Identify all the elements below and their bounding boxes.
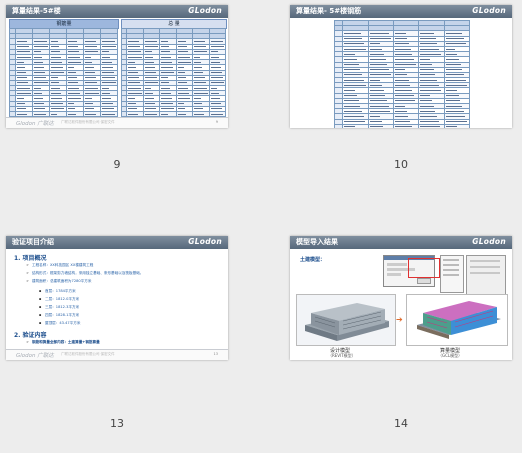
mini-table-grid bbox=[333, 19, 471, 128]
square-bullet-icon: ▪ bbox=[39, 289, 42, 293]
floor-area-text: 三层：1812.3平方米 bbox=[45, 305, 80, 309]
slide-thumbnail-9[interactable]: 算量结果-5#楼 GLodon 钢筋量 总 量 Glodon 广联达 广联达软件… bbox=[6, 5, 228, 128]
section-heading: 1. 项目概况 bbox=[14, 255, 47, 262]
slide-title: 模型导入结果 bbox=[296, 238, 338, 246]
gcl-model-image bbox=[406, 294, 508, 346]
slide-footer: Glodon 广联达 广联达软件股份有限公司 保密文件 13 bbox=[6, 349, 228, 360]
footer-page-number: 13 bbox=[213, 352, 218, 356]
footer-logo: Glodon 广联达 bbox=[16, 121, 54, 127]
footer-text: 广联达软件股份有限公司 保密文件 bbox=[61, 352, 115, 356]
revit-model-image bbox=[296, 294, 396, 346]
floor-area-text: 二层：1812.0平方米 bbox=[45, 297, 80, 301]
slide-header: 模型导入结果 GLodon bbox=[290, 236, 512, 249]
bullet-arrow-icon: ➢ bbox=[26, 263, 30, 267]
glodon-logo: GLodon bbox=[188, 237, 222, 246]
footer-page-number: 9 bbox=[215, 120, 218, 124]
floor-area-text: 四层：1828.1平方米 bbox=[45, 313, 80, 317]
slide-header: 算量结果-5#楼 GLodon bbox=[6, 5, 228, 18]
slide-subtitle: 土建模型： bbox=[300, 257, 326, 263]
footer-text: 广联达软件股份有限公司 保密文件 bbox=[61, 120, 115, 124]
slide-title: 算量结果-5#楼 bbox=[12, 7, 61, 15]
slide-number-label: 14 bbox=[394, 417, 408, 430]
slide-number-label: 13 bbox=[110, 417, 124, 430]
square-bullet-icon: ▪ bbox=[39, 313, 42, 317]
quantity-table-left bbox=[9, 27, 119, 123]
slide-header: 算量结果- 5#楼钢筋 GLodon bbox=[290, 5, 512, 18]
rebar-table bbox=[333, 19, 471, 128]
glodon-logo: GLodon bbox=[472, 237, 506, 246]
slide-thumbnail-13[interactable]: 验证项目介绍 GLodon 1. 项目概况 ➢ 工程名称：XX科技园区 XX楼建… bbox=[6, 236, 228, 360]
settings-strip-screenshot bbox=[466, 255, 506, 297]
mini-table-grid bbox=[9, 27, 119, 123]
footer-logo: Glodon 广联达 bbox=[16, 353, 54, 359]
square-bullet-icon: ▪ bbox=[39, 297, 42, 301]
slide-number-label: 9 bbox=[113, 158, 121, 171]
glodon-logo: GLodon bbox=[472, 6, 506, 15]
slide-title: 算量结果- 5#楼钢筋 bbox=[296, 7, 362, 15]
floor-area-text: 首层：1784平方米 bbox=[45, 289, 76, 293]
slide-number-label: 10 bbox=[394, 158, 408, 171]
slide-title: 验证项目介绍 bbox=[12, 238, 54, 246]
mini-table-grid bbox=[120, 27, 226, 123]
quantity-table-right bbox=[120, 27, 226, 123]
arrow-right-icon: ➔ bbox=[396, 315, 403, 324]
bullet-text: 结构形式：框架剪力墙结构，采用独立基础、条形基础以及筏板基础。 bbox=[32, 271, 144, 275]
slide-header: 验证项目介绍 GLodon bbox=[6, 236, 228, 249]
floor-area-text: 屋顶层：43.47平方米 bbox=[45, 321, 81, 325]
design-model-subcaption: （REVIT模型） bbox=[328, 353, 356, 358]
square-bullet-icon: ▪ bbox=[39, 321, 42, 325]
glodon-logo: GLodon bbox=[188, 6, 222, 15]
slide-footer: Glodon 广联达 广联达软件股份有限公司 保密文件 9 bbox=[6, 117, 228, 128]
square-bullet-icon: ▪ bbox=[39, 305, 42, 309]
bullet-arrow-icon: ➢ bbox=[26, 340, 30, 344]
highlight-box bbox=[408, 258, 440, 278]
slide-thumbnail-10[interactable]: 算量结果- 5#楼钢筋 GLodon bbox=[290, 5, 512, 128]
bullet-text: 钢筋和算量全部内容：土建算量+钢筋算量 bbox=[32, 340, 100, 344]
calc-model-subcaption: （GCL模型） bbox=[438, 353, 463, 358]
slide-thumbnail-14[interactable]: 模型导入结果 GLodon 土建模型： ➔ 设计模型 （REVIT模型） 算量模… bbox=[290, 236, 512, 360]
dialog-panel-screenshot bbox=[440, 255, 464, 293]
bullet-text: 工程名称：XX科技园区 XX楼建筑工程 bbox=[32, 263, 94, 267]
bullet-arrow-icon: ➢ bbox=[26, 279, 30, 283]
section-heading: 2. 验证内容 bbox=[14, 332, 47, 339]
bullet-text: 建筑面积：总建筑面积为7280平方米 bbox=[32, 279, 92, 283]
bullet-arrow-icon: ➢ bbox=[26, 271, 30, 275]
